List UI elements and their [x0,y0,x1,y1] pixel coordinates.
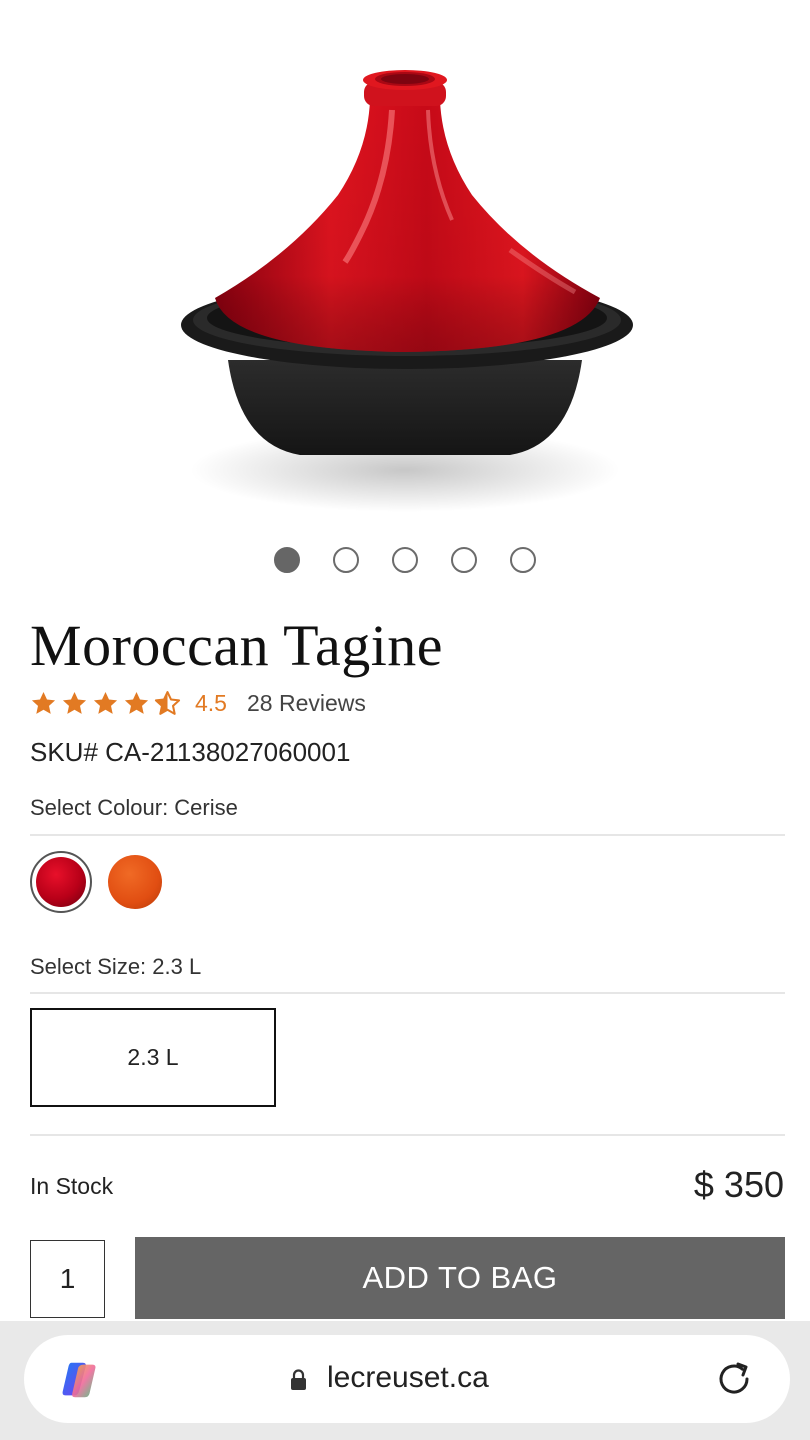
carousel-dot-5[interactable] [510,547,536,573]
rating-value: 4.5 [195,689,227,716]
browser-address-bar: lecreuset.ca [0,1321,810,1440]
url-text[interactable]: lecreuset.ca [327,1361,489,1395]
star-full-icon [93,691,118,714]
url-pill[interactable]: lecreuset.ca [24,1335,790,1423]
colour-swatch-flame[interactable] [108,855,162,909]
product-sku: SKU# CA-21138027060001 [30,737,351,767]
star-full-icon [62,691,87,714]
colour-swatch-cerise[interactable] [30,851,92,913]
star-half-icon [154,690,181,715]
colour-label: Select Colour: Cerise [30,795,238,820]
size-option-2-3l[interactable]: 2.3 L [30,1008,276,1107]
reload-icon[interactable] [714,1359,754,1399]
reviews-link[interactable]: 28 Reviews [247,690,366,717]
star-full-icon [124,691,149,714]
rating-row: 4.5 28 Reviews [30,686,366,720]
star-full-icon [31,691,56,714]
product-title: Moroccan Tagine [30,613,444,678]
size-label: Select Size: 2.3 L [30,954,202,979]
carousel-dot-4[interactable] [451,547,477,573]
product-price: $ 350 [693,1164,784,1205]
carousel-dot-2[interactable] [333,547,359,573]
stock-status: In Stock [30,1173,114,1199]
tagine-illustration [181,70,633,512]
star-rating[interactable] [30,690,181,717]
add-to-bag-button[interactable]: ADD TO BAG [135,1237,785,1319]
carousel-dot-1[interactable] [274,547,300,573]
price-divider [30,1134,785,1136]
image-carousel-dots [0,547,810,573]
carousel-dot-3[interactable] [392,547,418,573]
quantity-input[interactable]: 1 [30,1240,105,1318]
size-divider [30,992,785,994]
product-image [0,0,810,530]
lock-icon [291,1369,306,1390]
copilot-icon[interactable] [56,1357,102,1403]
colour-divider [30,834,785,836]
